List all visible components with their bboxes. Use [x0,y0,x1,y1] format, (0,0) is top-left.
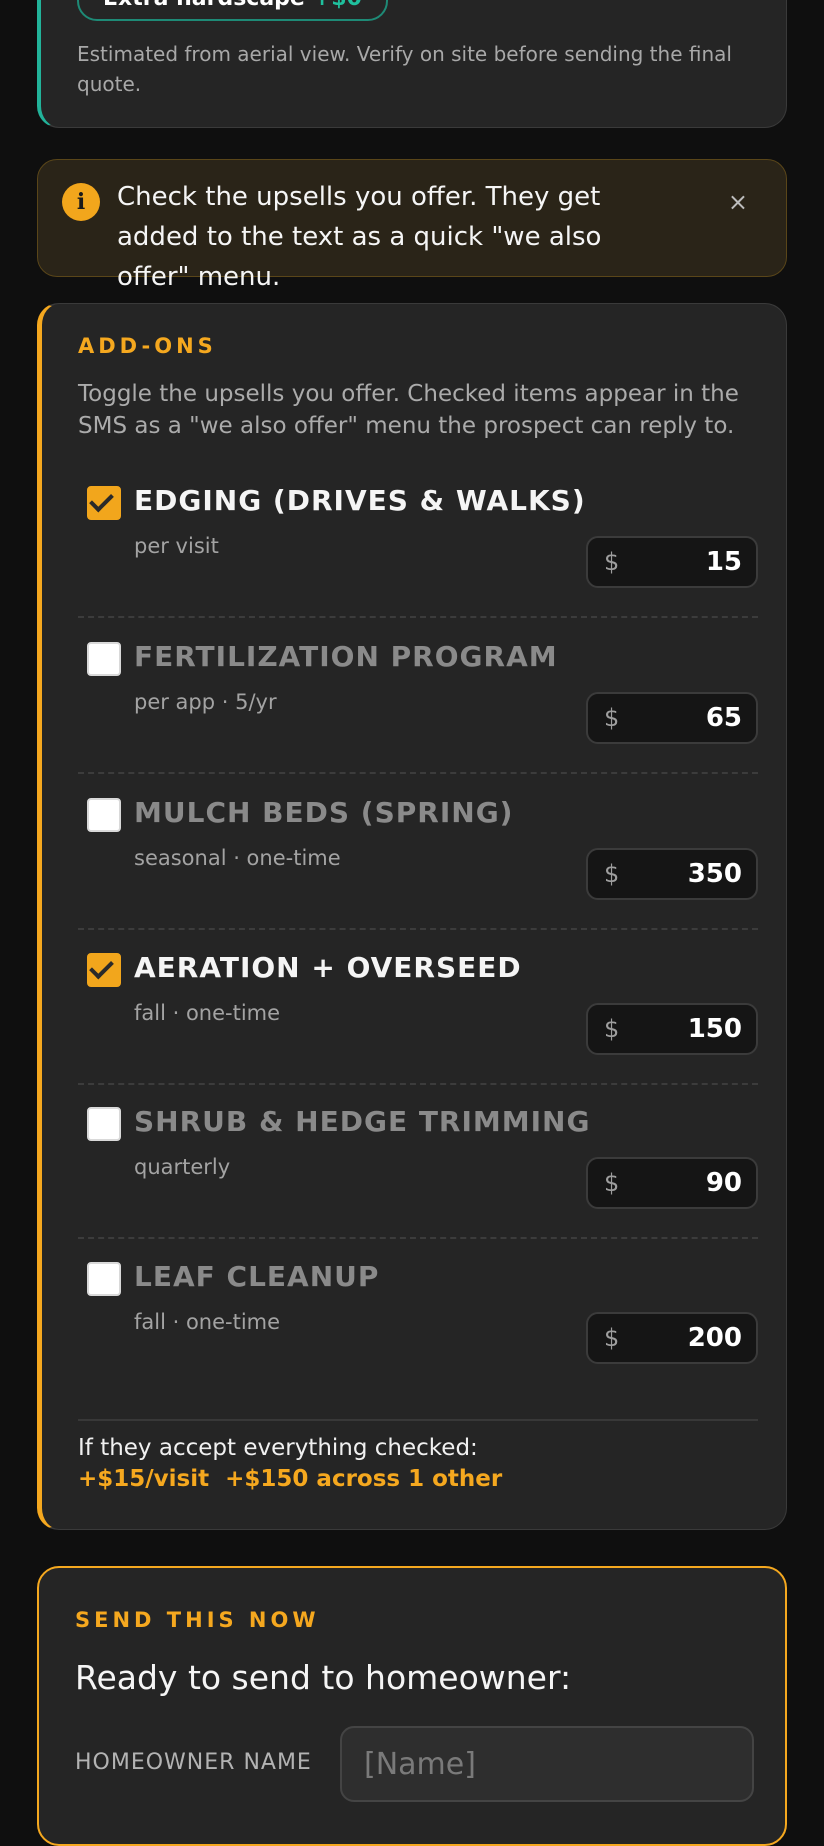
addon-row-fertilization[interactable]: FERTILIZATION PROGRAM per app · 5/yr $ 6… [78,618,758,774]
hardscape-estimate-card: Extra hardscape +$0 Estimated from aerial… [37,0,787,128]
info-icon: i [62,183,100,221]
checkbox[interactable] [87,486,121,520]
price-input[interactable]: $ 65 [586,692,758,744]
price-input[interactable]: $ 90 [586,1157,758,1209]
close-icon[interactable]: × [728,188,748,216]
price-value: 90 [705,1168,742,1198]
price-input[interactable]: $ 350 [586,848,758,900]
check-icon [89,487,114,513]
addon-row-edging[interactable]: EDGING (DRIVES & WALKS) per visit $ 15 [78,462,758,618]
send-heading: Ready to send to homeowner: [75,1658,572,1697]
addons-description: Toggle the upsells you offer. Checked it… [78,381,739,439]
addon-subtitle: quarterly [134,1155,231,1179]
check-icon [89,954,114,980]
currency-symbol: $ [604,548,620,576]
summary-divider [78,1419,758,1421]
price-value: 200 [687,1323,742,1353]
currency-symbol: $ [604,1324,620,1352]
addons-eyebrow: ADD-ONS [78,334,217,358]
addon-subtitle: fall · one-time [134,1001,281,1025]
addons-card: ADD-ONS Toggle the upsells you offer. Ch… [37,303,787,1530]
price-input[interactable]: $ 150 [586,1003,758,1055]
pill-label: Extra hardscape [103,0,305,11]
addon-subtitle: seasonal · one-time [134,846,341,870]
pill-value: +$0 [313,0,362,11]
summary-per-visit: +$15/visit [78,1466,210,1492]
addon-subtitle: per visit [134,534,219,558]
addon-row-leaf-cleanup[interactable]: LEAF CLEANUP fall · one-time $ 200 [78,1238,758,1394]
addon-row-shrub[interactable]: SHRUB & HEDGE TRIMMING quarterly $ 90 [78,1083,758,1239]
price-value: 350 [687,859,742,889]
addon-row-mulch[interactable]: MULCH BEDS (SPRING) seasonal · one-time … [78,774,758,930]
addon-subtitle: fall · one-time [134,1310,281,1334]
price-value: 15 [705,547,742,577]
summary-label: If they accept everything checked: [78,1435,478,1461]
price-input[interactable]: $ 200 [586,1312,758,1364]
currency-symbol: $ [604,704,620,732]
summary-other: +$150 across 1 other [225,1466,503,1492]
addon-title: AERATION + OVERSEED [134,951,522,984]
addon-row-aeration[interactable]: AERATION + OVERSEED fall · one-time $ 15… [78,929,758,1085]
upsell-info-banner: i Check the upsells you offer. They get … [37,159,787,292]
checkbox[interactable] [87,1262,121,1296]
checkbox[interactable] [87,953,121,987]
homeowner-name-label: HOMEOWNER NAME [75,1750,312,1775]
send-now-card: SEND THIS NOW Ready to send to homeowner… [37,1566,787,1846]
price-input[interactable]: $ 15 [586,536,758,588]
currency-symbol: $ [604,1015,620,1043]
addon-title: LEAF CLEANUP [134,1260,380,1293]
price-value: 65 [705,703,742,733]
addon-title: MULCH BEDS (SPRING) [134,796,514,829]
currency-symbol: $ [604,1169,620,1197]
currency-symbol: $ [604,860,620,888]
send-eyebrow: SEND THIS NOW [75,1608,320,1632]
estimate-note: Estimated from aerial view. Verify on si… [77,42,732,96]
banner-text: Check the upsells you offer. They get ad… [117,182,602,292]
addon-title: SHRUB & HEDGE TRIMMING [134,1105,591,1138]
price-value: 150 [687,1014,742,1044]
checkbox[interactable] [87,642,121,676]
checkbox[interactable] [87,1107,121,1141]
summary-values: +$15/visit +$150 across 1 other [78,1466,502,1492]
checkbox[interactable] [87,798,121,832]
homeowner-name-input[interactable] [340,1726,754,1802]
addon-subtitle: per app · 5/yr [134,690,277,714]
addon-title: EDGING (DRIVES & WALKS) [134,484,586,517]
addon-title: FERTILIZATION PROGRAM [134,640,558,673]
extra-hardscape-pill[interactable]: Extra hardscape +$0 [77,0,388,21]
